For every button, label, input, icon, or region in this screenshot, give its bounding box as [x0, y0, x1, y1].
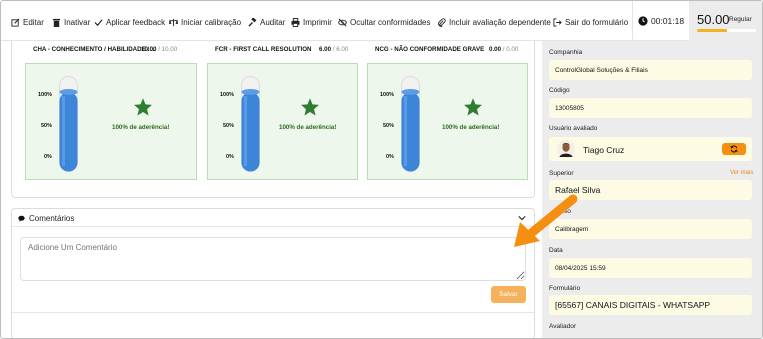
app-frame: Editar Inativar Aplicar feedback Iniciar…: [0, 0, 763, 339]
tick-label: 50%: [223, 123, 235, 129]
adherence-tube: [241, 76, 260, 172]
form-field: [65567] CANAIS DIGITAIS - WHATSAPP: [549, 295, 752, 315]
edit-label: Editar: [23, 17, 44, 27]
score-value: 50.00: [697, 12, 730, 27]
divider: [12, 312, 534, 313]
card-score-max: / 10.00: [158, 46, 178, 53]
annotation-arrow-icon: [514, 194, 578, 247]
card-score-max: / 6.00: [332, 46, 349, 53]
adherence-text: 100% de aderência!: [112, 124, 170, 131]
code-label: Código: [549, 87, 570, 94]
superior-label: Superior: [549, 170, 574, 177]
edit-button[interactable]: Editar: [11, 15, 44, 29]
criteria-cards: CHA - CONHECIMENTO / HABILIDADE / ... 10…: [11, 41, 535, 198]
comments-title: Comentários: [29, 214, 75, 223]
card-body: 100% 50% 0% 100% de aderência!: [367, 63, 528, 180]
tick-label: 100%: [380, 92, 395, 98]
adherence-text: 100% de aderência!: [279, 124, 337, 131]
evaluator-label: Avaliador: [549, 323, 576, 330]
scale-icon: [169, 18, 178, 26]
inactivate-button[interactable]: Inativar: [52, 15, 90, 29]
hide-conformities-button[interactable]: Ocultar conformidades: [338, 15, 430, 29]
adherence-tube: [401, 76, 420, 172]
tick-label: 100%: [220, 92, 235, 98]
adherence-text: 100% de aderência!: [442, 124, 500, 131]
clock-icon: [638, 16, 648, 26]
hide-conformities-label: Ocultar conformidades: [350, 17, 431, 27]
trash-icon: [52, 18, 61, 27]
check-icon: [94, 18, 103, 26]
audit-label: Auditar: [260, 17, 286, 27]
star-icon: [134, 98, 152, 116]
apply-feedback-label: Aplicar feedback: [106, 17, 166, 27]
tick-label: 50%: [383, 123, 395, 129]
evaluated-user-label: Usuário avaliado: [549, 125, 598, 132]
card-title: CHA - CONHECIMENTO / HABILIDADE / ...: [33, 46, 157, 53]
card-score: 10.00 / 10.00: [141, 46, 177, 53]
criteria-card: NCG - NÃO CONFORMIDADE GRAVE 0.00 / 0.00…: [367, 41, 528, 181]
star-icon: [464, 98, 482, 116]
card-score: 0.00 / 0.00: [489, 46, 518, 53]
timer: 00:01:18: [632, 1, 689, 41]
save-comment-button[interactable]: Salvar: [491, 286, 526, 303]
score-progress-fill: [697, 29, 727, 32]
logout-icon: [553, 17, 562, 27]
audit-button[interactable]: Auditar: [248, 15, 285, 29]
comment-icon: [18, 215, 25, 222]
include-dependent-evaluation-label: Incluir avaliação dependente: [449, 17, 551, 27]
exit-form-button[interactable]: Sair do formulário: [553, 15, 628, 29]
date-field: 08/04/2025 15:59: [549, 258, 752, 278]
star-icon: [301, 98, 319, 116]
include-dependent-evaluation-button[interactable]: Incluir avaliação dependente: [437, 15, 551, 29]
card-score-value: 10.00: [141, 46, 157, 53]
card-score: 6.00 / 6.00: [319, 46, 348, 53]
toolbar: Editar Inativar Aplicar feedback Iniciar…: [1, 1, 762, 41]
score-label: Regular: [729, 16, 752, 23]
start-calibration-button[interactable]: Iniciar calibração: [169, 15, 241, 29]
card-title: NCG - NÃO CONFORMIDADE GRAVE: [375, 46, 485, 53]
card-score-max: / 0.00: [502, 46, 519, 53]
inactivate-label: Inativar: [64, 17, 91, 27]
card-title: FCR - FIRST CALL RESOLUTION: [215, 46, 312, 53]
code-field: 13005805: [549, 98, 752, 118]
evaluated-user-name: Tiago Cruz: [583, 145, 625, 155]
score-progress-bar: [697, 29, 756, 32]
criteria-card: CHA - CONHECIMENTO / HABILIDADE / ... 10…: [25, 41, 197, 181]
company-label: Companhia: [549, 49, 583, 56]
tick-label: 50%: [41, 123, 53, 129]
card-body: 100% 50% 0% 100% de aderência!: [25, 63, 197, 180]
see-more-link[interactable]: Ver mais: [730, 170, 753, 176]
eye-slash-icon: [338, 18, 347, 26]
criteria-card: FCR - FIRST CALL RESOLUTION 6.00 / 6.00 …: [207, 41, 358, 181]
comments-header[interactable]: Comentários: [12, 209, 534, 227]
exit-form-label: Sair do formulário: [565, 17, 629, 27]
main-content: CHA - CONHECIMENTO / HABILIDADE / ... 10…: [11, 41, 535, 338]
start-calibration-label: Iniciar calibração: [181, 17, 242, 27]
tick-label: 100%: [38, 92, 53, 98]
comment-input[interactable]: [20, 237, 526, 281]
timer-value: 00:01:18: [650, 16, 685, 26]
tick-label: 0%: [386, 154, 394, 160]
card-score-value: 0.00: [489, 46, 502, 53]
print-icon: [291, 17, 300, 27]
tick-label: 0%: [44, 154, 52, 160]
card-body: 100% 50% 0% 100% de aderência!: [207, 63, 358, 180]
change-user-button[interactable]: [722, 143, 746, 155]
avatar: [557, 140, 575, 158]
card-score-value: 6.00: [319, 46, 332, 53]
tick-label: 0%: [226, 154, 234, 160]
gavel-icon: [248, 17, 257, 27]
comments-section: Comentários Salvar: [11, 208, 535, 338]
apply-feedback-button[interactable]: Aplicar feedback: [94, 15, 165, 29]
print-label: Imprimir: [303, 17, 332, 27]
score-panel: 50.00 Regular: [689, 1, 762, 41]
refresh-icon: [730, 145, 738, 153]
print-button[interactable]: Imprimir: [291, 15, 332, 29]
form-label: Formulário: [549, 285, 581, 292]
evaluated-user-field: Tiago Cruz: [549, 137, 752, 161]
adherence-tube: [59, 76, 78, 172]
paperclip-icon: [438, 17, 446, 27]
company-field: ControlGlobal Soluções & Filiais: [549, 60, 752, 80]
edit-icon: [11, 18, 20, 27]
